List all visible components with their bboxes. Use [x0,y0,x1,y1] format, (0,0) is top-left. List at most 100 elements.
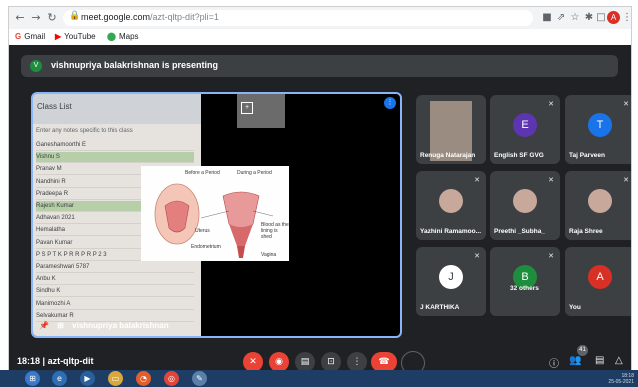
url-path: /azt-qltp-dit?pli=1 [150,12,219,22]
participant-tile[interactable]: ✕ Preethi _Subha_ [490,171,560,240]
participant-name: Raja Shree [569,228,603,235]
tab-search-icon[interactable]: □ [595,11,607,25]
extensions-puzzle-icon[interactable]: ✱ [583,11,595,25]
people-icon[interactable]: 👥 [569,355,581,366]
spreadsheet-note: Enter any notes specific to this class [36,128,133,134]
ie-browser-icon[interactable]: e [52,371,67,386]
row-text: Pradeepa R [36,190,69,197]
presenting-banner: V vishnupriya balakrishnan is presenting [21,55,618,77]
back-arrow-icon[interactable]: ← [13,11,27,25]
row-text: Pranav M [36,166,62,173]
participant-tile[interactable]: E ✕ English SF GVG [490,95,560,164]
participant-avatar: A [588,265,612,289]
activities-icon[interactable]: △ [615,355,623,366]
row-text: Parameshwari 5787 [36,264,90,270]
row-text: Nandhini R [36,178,66,185]
browser-toolbar: ← → ↻ 🔒 meet.google.com/azt-qltp-dit?pli… [9,7,631,30]
bookmark-gmail[interactable]: G Gmail [15,31,45,43]
mic-muted-icon: ✕ [548,101,554,108]
chat-icon[interactable]: ▤ [595,355,604,366]
mic-off-icon[interactable]: ✕ [243,352,263,372]
spreadsheet-row: Ganeshamoorthi E [36,140,194,151]
pin-icon[interactable]: 📌 [39,321,49,330]
spreadsheet-title: Class List [37,102,72,111]
camera-off-icon[interactable]: ◉ [269,352,289,372]
clock-date: 25-05-2021 [608,379,634,385]
start-button-icon[interactable]: ⊞ [25,371,40,386]
participant-tile[interactable]: A You [565,247,631,316]
spreadsheet-row: Vishnu S [36,152,194,164]
windows-taskbar: ⊞ e ▶ ▭ ◔ ◎ ✎ 18:18 25-05-2021 [0,370,638,387]
participant-photo-avatar [588,189,612,213]
diagram-label-vagina: Vagina [261,252,277,258]
row-text: Vishnu S [36,154,60,161]
participant-name: Taj Parveen [569,152,606,159]
address-bar[interactable]: 🔒 meet.google.com/azt-qltp-dit?pli=1 [63,10,533,26]
participant-photo-avatar [439,189,463,213]
row-text: Ganeshamoorthi E [36,142,87,148]
lock-icon: 🔒 [69,11,81,21]
participant-avatar: J [439,265,463,289]
expand-icon[interactable]: + [241,102,253,114]
bookmark-maps[interactable]: ⬤ Maps [107,31,139,43]
participant-name: You [569,304,581,311]
camera-permission-icon[interactable]: ■ [541,11,553,25]
profile-avatar[interactable]: A [607,11,620,24]
presentation-stage[interactable]: Class List Enter any notes specific to t… [31,92,402,338]
system-clock[interactable]: 18:18 25-05-2021 [600,373,634,385]
mic-muted-icon: ✕ [548,253,554,260]
bookmarks-bar: G Gmail ▶ YouTube ⬤ Maps [9,29,631,46]
gmail-icon: G [15,32,22,41]
spreadsheet-row: Sindhu K [36,286,194,298]
participant-tile[interactable]: ✕ Yazhini Ramamoo... [416,171,486,240]
forward-arrow-icon[interactable]: → [29,11,43,25]
firefox-icon[interactable]: ◔ [136,371,151,386]
reload-icon[interactable]: ↻ [45,11,59,25]
browser-window: ← → ↻ 🔒 meet.google.com/azt-qltp-dit?pli… [8,6,632,378]
row-text: Pavan Kumar [36,239,73,246]
bookmark-youtube[interactable]: ▶ YouTube [55,31,96,43]
captions-icon[interactable]: ▤ [295,352,315,372]
bookmark-star-icon[interactable]: ☆ [569,11,581,25]
participant-tile[interactable]: J ✕ J KARTHIKA [416,247,486,316]
mic-muted-icon: ✕ [623,177,629,184]
row-text: Selvakumar R [36,312,74,319]
url-host: meet.google.com [81,12,151,22]
row-text: Sindhu K [36,288,61,295]
present-icon: ⊞ [57,321,64,330]
participant-tile[interactable]: T ✕ Taj Parveen [565,95,631,164]
media-player-icon[interactable]: ▶ [80,371,95,386]
participant-tile[interactable]: ✕ Raja Shree [565,171,631,240]
meeting-code: azt-qltp-dit [47,356,94,366]
spreadsheet-row: Manimozhi A [36,299,194,310]
maps-icon: ⬤ [107,32,116,41]
people-count-badge: 41 [577,345,588,356]
present-now-icon[interactable]: ⊡ [321,352,341,372]
anatomy-diagram: Before a Period During a Period Uterus E… [141,166,289,261]
paint-icon[interactable]: ✎ [192,371,207,386]
mic-muted-icon: ✕ [548,177,554,184]
participant-tile[interactable]: Renuga Natarajan [416,95,486,164]
diagram-label-uterus: Uterus [195,228,210,234]
file-explorer-icon[interactable]: ▭ [108,371,123,386]
presenter-self-view[interactable]: + [237,94,285,128]
leave-call-icon[interactable]: ☎ [371,352,397,372]
bookmark-label: YouTube [64,32,96,41]
presenter-avatar: V [30,60,42,72]
row-text: Anbu K [36,276,56,283]
share-icon[interactable]: ⇗ [555,11,567,25]
participant-name: Yazhini Ramamoo... [420,228,482,235]
more-menu-icon[interactable]: ⋮ [621,11,631,25]
participant-tile[interactable]: B ✕ 32 others [490,247,560,316]
row-text: Rajesh Kumar [36,203,75,209]
meeting-details[interactable]: 18:18 | azt-qltp-dit [17,356,94,366]
stage-name-bar: 📌 ⊞ vishnupriya balakrishnan [39,321,175,330]
info-icon[interactable]: ⓘ [549,355,559,370]
more-options-icon[interactable]: ⋮ [347,352,367,372]
mic-muted-icon: ✕ [474,253,480,260]
bookmark-label: Maps [118,32,139,41]
row-text: Manimozhi A [36,300,71,307]
youtube-icon: ▶ [55,32,62,41]
diagram-label-shed: Blood as the lining is shed [261,222,289,240]
chrome-icon[interactable]: ◎ [164,371,179,386]
